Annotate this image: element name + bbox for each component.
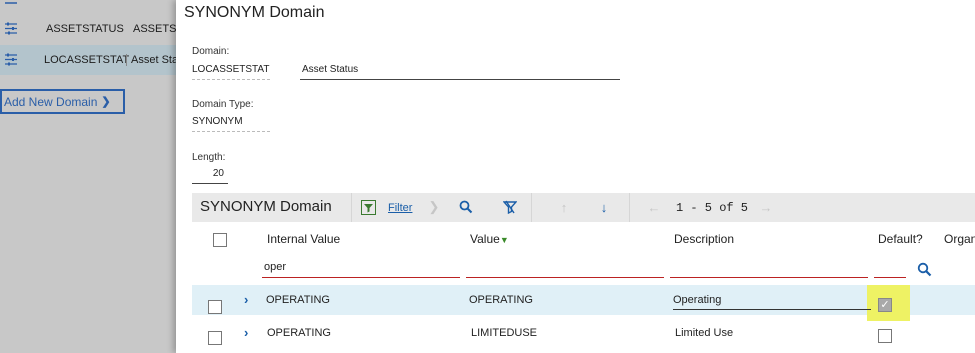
chevron-down-icon: ❯ [101,96,111,108]
arrow-left-icon[interactable]: ← [646,199,662,215]
add-domain-label: Add New Domain [4,94,98,109]
arrow-right-icon[interactable]: → [758,199,774,215]
domain-type-field: SYNONYM [192,112,270,132]
domain-desc: ASSETST [133,23,176,35]
background-row-selected[interactable]: LOCASSETSTAT Asset Sta [0,45,176,75]
table-title: SYNONYM Domain [200,198,332,215]
column-value-label: Value [470,232,500,246]
toolbar-divider [351,193,352,222]
expand-row-icon[interactable]: › [244,325,248,340]
background-row [0,0,176,14]
cell-internal-value: OPERATING [267,327,331,339]
clear-filter-icon[interactable] [502,199,518,215]
domain-id: LOCASSETSTAT [44,54,130,66]
domain-type-label: Domain Type: [192,99,254,110]
adjust-icon [5,53,17,66]
arrow-up-icon[interactable]: ↑ [556,199,572,215]
filter-link[interactable]: Filter [388,202,412,214]
select-all-checkbox[interactable] [213,233,227,247]
default-checkbox-checked[interactable]: ✓ [878,298,892,312]
expand-row-icon[interactable]: › [244,292,248,307]
chevron-right-icon[interactable]: ❯ [426,199,442,215]
add-new-domain-button[interactable]: Add New Domain ❯ [0,89,125,114]
value-filter-input[interactable] [466,256,664,278]
row-checkbox[interactable] [208,300,222,314]
pager-text: 1 - 5 of 5 [676,201,749,215]
cell-description: Limited Use [675,327,734,339]
cell-internal-value: OPERATING [266,294,330,306]
table-toolbar: SYNONYM Domain Filter ❯ ↑ ↓ ← 1 - 5 of 5… [192,193,975,222]
arrow-down-icon[interactable]: ↓ [596,199,612,215]
column-organization[interactable]: Organ [944,232,975,246]
dialog-title: SYNONYM Domain [184,4,325,21]
background-row[interactable]: ASSETSTATUS ASSETST [0,14,176,44]
internal-value-filter-input[interactable]: oper [262,256,460,278]
domain-desc: Asset Sta [126,54,176,66]
default-checkbox[interactable] [878,329,892,343]
length-field[interactable]: 20 [192,164,228,184]
cell-value: LIMITEDUSE [471,327,538,339]
domain-field[interactable]: LOCASSETSTATI [192,60,270,80]
domain-description-field[interactable]: Asset Status [300,60,620,80]
search-icon[interactable] [917,262,932,280]
description-filter-input[interactable] [670,256,868,278]
background-domain-list: ASSETSTATUS ASSETST LOCASSETSTAT Asset S… [0,0,176,353]
column-description[interactable]: Description [674,232,734,246]
column-internal-value[interactable]: Internal Value [267,232,340,246]
adjust-icon [5,22,17,35]
column-value[interactable]: Value▼ [470,232,509,246]
filter-icon[interactable] [360,199,376,215]
toolbar-divider [629,193,630,222]
cell-value: OPERATING [469,294,533,306]
search-icon[interactable] [458,199,474,215]
default-filter-input[interactable] [874,256,906,278]
cell-description-input[interactable]: Operating [673,294,871,310]
length-label: Length: [192,152,226,163]
adjust-icon [5,2,17,4]
column-default[interactable]: Default? [878,232,923,246]
toolbar-divider [531,193,532,222]
sort-descending-icon: ▼ [499,235,509,245]
domain-label: Domain: [192,46,230,57]
synonym-domain-dialog: SYNONYM Domain Domain: LOCASSETSTATI Ass… [176,0,975,353]
domain-id: ASSETSTATUS [46,23,124,35]
row-checkbox[interactable] [208,331,222,345]
